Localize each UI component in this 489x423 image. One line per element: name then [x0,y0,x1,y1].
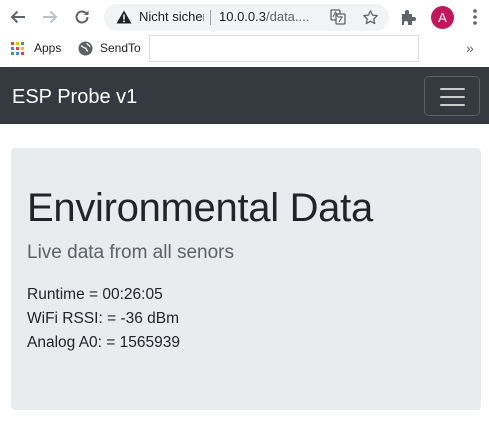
reload-button[interactable] [70,5,94,29]
omnibox-divider [210,10,211,25]
url-path: /data.... [266,9,310,24]
star-icon[interactable] [362,9,379,26]
forward-arrow-icon [43,10,58,24]
browser-toolbar: Nicht sicher 10.0.0.3/data.... A [0,0,489,34]
lead-text: Live data from all senors [27,242,234,263]
back-arrow-icon [10,10,25,24]
profile-avatar[interactable]: A [431,6,454,29]
security-status[interactable]: Nicht sicher [139,9,204,24]
warning-icon[interactable] [116,10,132,24]
url-host: 10.0.0.3 [219,9,266,24]
bookmarks-overflow-button[interactable]: » [466,40,474,56]
reload-icon [75,10,89,24]
menu-dots-icon[interactable] [469,8,481,26]
navbar-toggler-button[interactable] [424,76,480,116]
wifi-rssi-value: WiFi RSSI: = -36 dBm [27,310,180,327]
bookmark-apps[interactable]: Apps [34,41,61,55]
analog-a0-value: Analog A0: = 1565939 [27,334,180,351]
back-button[interactable] [6,5,30,29]
navbar-brand[interactable]: ESP Probe v1 [12,86,137,109]
apps-grid-icon[interactable] [11,42,24,55]
runtime-value: Runtime = 00:26:05 [27,286,163,303]
url-text[interactable]: 10.0.0.3/data.... [219,9,319,24]
forward-button[interactable] [38,5,62,29]
bookmark-sendto[interactable]: SendTo [100,41,141,55]
address-bar[interactable]: Nicht sicher 10.0.0.3/data.... [104,4,389,31]
globe-icon[interactable] [78,41,93,56]
page-title: Environmental Data [27,186,373,230]
translate-icon[interactable] [330,9,346,25]
extensions-icon[interactable] [399,7,419,27]
bookmark-blank-field[interactable] [149,35,419,62]
